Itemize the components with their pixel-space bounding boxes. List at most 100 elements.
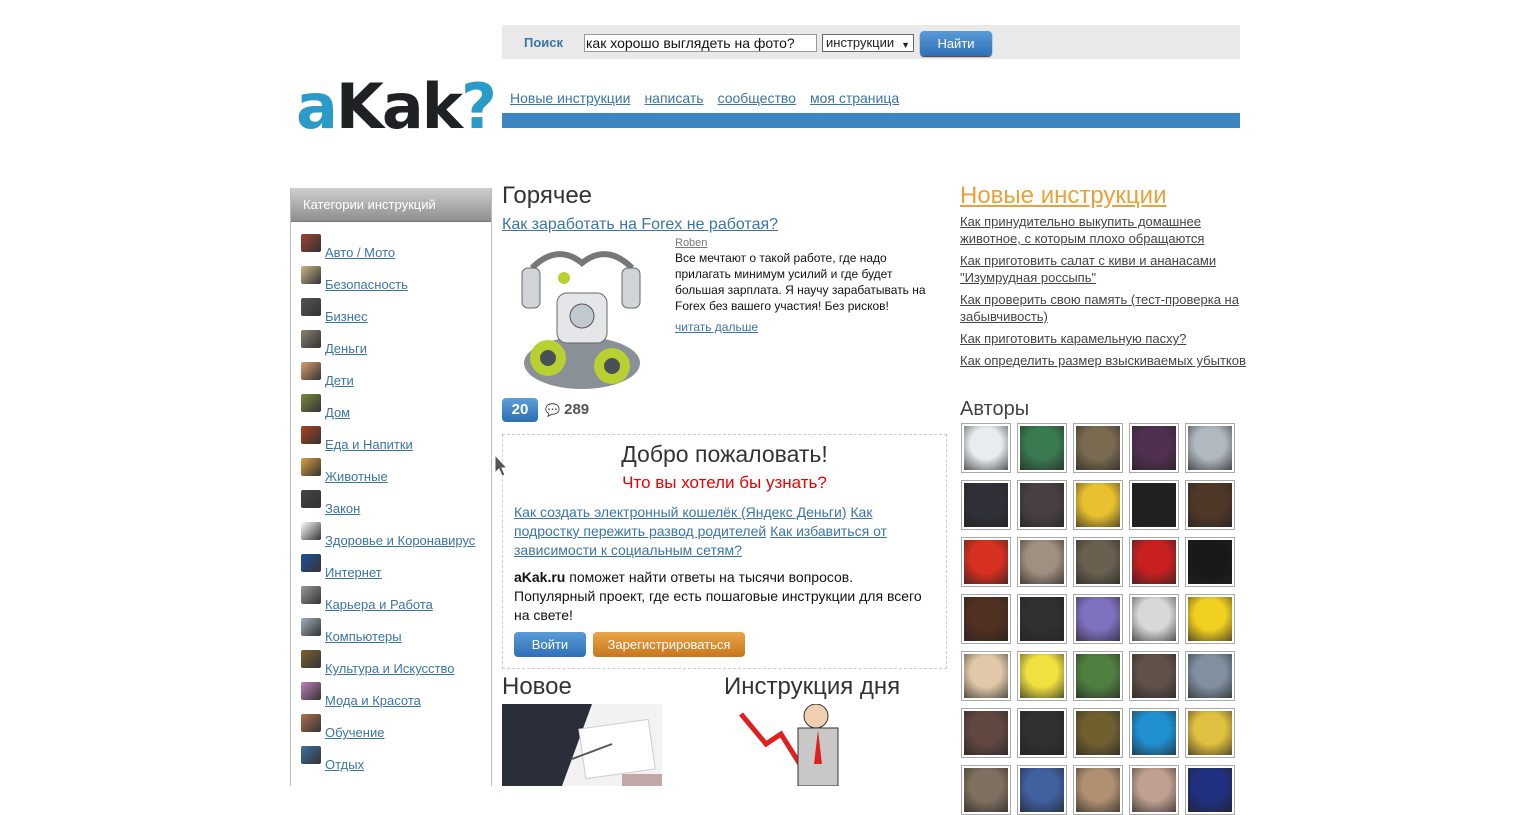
category-link[interactable]: Культура и Искусство: [325, 661, 455, 676]
category-link[interactable]: Закон: [325, 501, 360, 516]
category-icon[interactable]: [301, 586, 321, 604]
search-type-select[interactable]: инструкции ▼: [822, 34, 914, 52]
new-instruction-link[interactable]: Как проверить свою память (тест-проверка…: [960, 292, 1239, 324]
author-avatar[interactable]: [1017, 651, 1067, 701]
author-avatar[interactable]: [1129, 423, 1179, 473]
logo-kak: Kak: [335, 70, 463, 143]
category-link[interactable]: Бизнес: [325, 309, 368, 324]
comments-count[interactable]: 💬 289: [545, 401, 589, 418]
author-avatar[interactable]: [1073, 651, 1123, 701]
category-icon[interactable]: [301, 426, 321, 444]
author-avatar[interactable]: [1129, 765, 1179, 815]
category-icon[interactable]: [301, 490, 321, 508]
author-avatar[interactable]: [1017, 765, 1067, 815]
category-icon[interactable]: [301, 746, 321, 764]
nav-write[interactable]: написать: [644, 90, 703, 106]
login-button[interactable]: Войти: [514, 632, 586, 657]
author-avatar[interactable]: [1017, 480, 1067, 530]
author-avatar[interactable]: [1017, 537, 1067, 587]
register-button[interactable]: Зарегистрироваться: [593, 632, 745, 657]
author-avatar[interactable]: [1129, 537, 1179, 587]
top-nav: Новые инструкции написать сообщество моя ст…: [502, 90, 905, 106]
category-icon[interactable]: [301, 522, 321, 540]
author-avatar[interactable]: [961, 423, 1011, 473]
avatar-image: [1076, 654, 1120, 698]
new-instructions-title[interactable]: Новые инструкции: [960, 182, 1166, 210]
robot-image[interactable]: [502, 238, 660, 398]
category-link[interactable]: Еда и Напитки: [325, 437, 413, 452]
category-icon[interactable]: [301, 394, 321, 412]
category-link[interactable]: Обучение: [325, 725, 384, 740]
category-icon[interactable]: [301, 266, 321, 284]
author-avatar[interactable]: [1017, 423, 1067, 473]
author-avatar[interactable]: [961, 651, 1011, 701]
author-avatar[interactable]: [961, 537, 1011, 587]
author-avatar[interactable]: [1017, 708, 1067, 758]
author-avatar[interactable]: [1073, 594, 1123, 644]
search-button[interactable]: Найти: [920, 31, 992, 56]
search-input[interactable]: [584, 34, 817, 52]
new-article-image[interactable]: [502, 704, 662, 786]
nav-my-page[interactable]: моя страница: [810, 90, 899, 106]
new-instruction-link[interactable]: Как принудительно выкупить домашнее живо…: [960, 214, 1204, 246]
category-icon[interactable]: [301, 330, 321, 348]
welcome-title: Добро пожаловать!: [621, 441, 828, 467]
author-avatar[interactable]: [1185, 594, 1235, 644]
category-icon[interactable]: [301, 458, 321, 476]
search-label: Поиск: [524, 35, 564, 50]
category-link[interactable]: Отдых: [325, 757, 364, 772]
read-more-link[interactable]: читать дальше: [675, 320, 758, 334]
nav-community[interactable]: сообщество: [718, 90, 796, 106]
author-avatar[interactable]: [961, 765, 1011, 815]
author-avatar[interactable]: [1185, 651, 1235, 701]
author-avatar[interactable]: [1073, 765, 1123, 815]
author-avatar[interactable]: [1129, 594, 1179, 644]
category-link[interactable]: Деньги: [325, 341, 367, 356]
author-avatar[interactable]: [1185, 708, 1235, 758]
category-link[interactable]: Животные: [325, 469, 388, 484]
avatar-image: [964, 654, 1008, 698]
nav-new-instructions[interactable]: Новые инструкции: [510, 90, 630, 106]
author-avatar[interactable]: [1129, 480, 1179, 530]
day-article-image[interactable]: [736, 704, 866, 786]
category-icon[interactable]: [301, 362, 321, 380]
author-avatar[interactable]: [1017, 594, 1067, 644]
logo[interactable]: aKak?: [296, 70, 497, 143]
author-avatar[interactable]: [1185, 537, 1235, 587]
hot-article-link[interactable]: Как заработать на Forex не работая?: [502, 216, 778, 234]
author-avatar[interactable]: [961, 480, 1011, 530]
category-link[interactable]: Дом: [325, 405, 350, 420]
category-icon[interactable]: [301, 298, 321, 316]
category-icon[interactable]: [301, 234, 321, 252]
author-link[interactable]: Roben: [675, 237, 707, 249]
sidebar-item: Интернет: [301, 554, 475, 592]
author-avatar[interactable]: [961, 594, 1011, 644]
author-avatar[interactable]: [1073, 480, 1123, 530]
author-avatar[interactable]: [1185, 765, 1235, 815]
category-link[interactable]: Мода и Красота: [325, 693, 421, 708]
category-icon[interactable]: [301, 650, 321, 668]
category-link[interactable]: Компьютеры: [325, 629, 402, 644]
category-link[interactable]: Здоровье и Коронавирус: [325, 533, 475, 548]
author-avatar[interactable]: [961, 708, 1011, 758]
category-link[interactable]: Карьера и Работа: [325, 597, 433, 612]
new-instruction-link[interactable]: Как приготовить карамельную пасху?: [960, 331, 1186, 346]
new-instruction-link[interactable]: Как определить размер взыскиваемых убытк…: [960, 353, 1246, 368]
author-avatar[interactable]: [1129, 708, 1179, 758]
new-instruction-link[interactable]: Как приготовить салат с киви и ананасами…: [960, 253, 1216, 285]
category-link[interactable]: Безопасность: [325, 277, 408, 292]
category-link[interactable]: Дети: [325, 373, 354, 388]
author-avatar[interactable]: [1185, 480, 1235, 530]
category-icon[interactable]: [301, 554, 321, 572]
category-icon[interactable]: [301, 714, 321, 732]
category-icon[interactable]: [301, 682, 321, 700]
author-avatar[interactable]: [1129, 651, 1179, 701]
author-avatar[interactable]: [1073, 537, 1123, 587]
author-avatar[interactable]: [1185, 423, 1235, 473]
author-avatar[interactable]: [1073, 708, 1123, 758]
welcome-link[interactable]: Как создать электронный кошелёк (Яндекс …: [514, 504, 847, 520]
author-avatar[interactable]: [1073, 423, 1123, 473]
category-icon[interactable]: [301, 618, 321, 636]
category-link[interactable]: Авто / Мото: [325, 245, 395, 260]
category-link[interactable]: Интернет: [325, 565, 382, 580]
